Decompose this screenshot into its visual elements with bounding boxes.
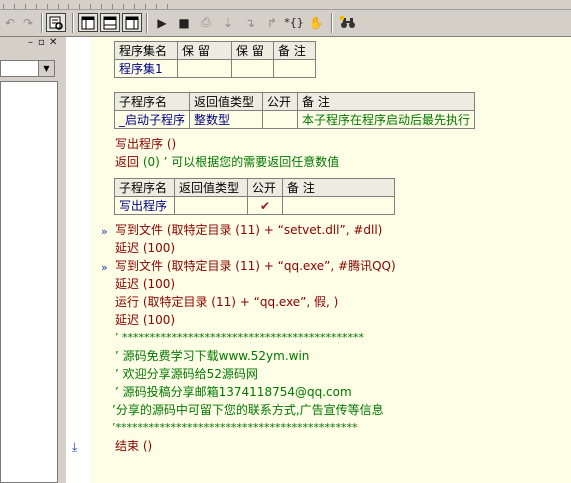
assembly-reserved1-cell[interactable] [177, 59, 232, 78]
restore-pane-icon[interactable]: ▫ [38, 37, 45, 48]
step-into-icon[interactable]: ⇣ [218, 13, 238, 32]
toolbar-separator [41, 13, 43, 33]
step-icon[interactable]: ⎙ [196, 13, 216, 32]
sub1-header-return: 返回值类型 [189, 92, 264, 111]
toolbar-separator [72, 13, 74, 33]
public-check-icon[interactable]: ✔ [247, 196, 283, 215]
toolbar-separator [146, 13, 148, 33]
code-line-run[interactable]: 运行 (取特定目录 (11) + “qq.exe”, 假, ) [115, 294, 338, 310]
editor-gutter [66, 37, 90, 483]
sub2-header-note: 备 注 [282, 178, 395, 197]
sub1-header-note: 备 注 [297, 92, 476, 111]
layout1-icon[interactable] [78, 13, 98, 32]
sub2-header-name: 子程序名 [114, 178, 175, 197]
undo-icon[interactable]: ↶ [0, 13, 20, 32]
sub1-header-name: 子程序名 [113, 92, 191, 111]
layout3-svg [125, 16, 139, 29]
assembly-header-reserved2: 保 留 [231, 41, 274, 60]
binoculars-svg [340, 15, 355, 28]
left-pane-header: – ▫ ✕ [0, 37, 60, 51]
run-to-cursor-icon[interactable]: *{} [284, 13, 304, 32]
arrow-marker-icon: » [101, 225, 108, 238]
find-icon[interactable] [46, 13, 66, 32]
layout2-svg [103, 16, 117, 29]
step-out-icon[interactable]: ↱ [262, 13, 282, 32]
assembly-table: 程序集名 保 留 保 留 备 注 程序集1 [114, 41, 316, 78]
code-line-delay[interactable]: 延迟 (100) [115, 240, 175, 256]
sub2-header-public: 公开 [247, 178, 283, 197]
redo-icon[interactable]: ↷ [18, 13, 38, 32]
sub1-return-cell[interactable]: 整数型 [189, 110, 264, 129]
code-line-delay[interactable]: 延迟 (100) [115, 276, 175, 292]
close-pane-icon[interactable]: ✕ [49, 37, 57, 48]
subroutine-table-2: 子程序名 返回值类型 公开 备 注 写出程序 ✔ [114, 178, 395, 215]
sub1-header-public: 公开 [262, 92, 299, 111]
left-pane: – ▫ ✕ ▼ [0, 37, 60, 483]
toolbar-separator [331, 13, 333, 33]
code-comment[interactable]: ’ 欢迎分享源码给52源码网 [115, 366, 258, 382]
stop-icon[interactable]: ■ [174, 13, 194, 32]
sub2-header-return: 返回值类型 [174, 178, 248, 197]
layout3-icon[interactable] [122, 13, 142, 32]
sub2-note-cell[interactable] [282, 196, 395, 215]
sub1-note-cell[interactable]: 本子程序在程序启动后最先执行 [297, 110, 476, 129]
return-comment: (0) ’ 可以根据您的需要返回任意数值 [139, 155, 340, 169]
code-line-write-qq[interactable]: 写到文件 (取特定目录 (11) + “qq.exe”, #腾讯QQ) [115, 258, 396, 274]
sub1-name-cell[interactable]: _启动子程序 [113, 110, 191, 129]
layout2-icon[interactable] [100, 13, 120, 32]
code-line-return[interactable]: 返回 (0) ’ 可以根据您的需要返回任意数值 [115, 154, 339, 170]
chevron-down-icon[interactable]: ▼ [38, 61, 54, 76]
subroutine-table-1: 子程序名 返回值类型 公开 备 注 _启动子程序 整数型 本子程序在程序启动后最… [113, 92, 476, 129]
left-pane-combo[interactable]: ▼ [0, 60, 55, 77]
find-svg [49, 16, 63, 30]
code-line-end[interactable]: 结束 () [115, 438, 152, 454]
return-keyword: 返回 [115, 155, 140, 169]
sub2-name-cell[interactable]: 写出程序 [114, 196, 175, 215]
code-comment[interactable]: ’ 源码免费学习下载www.52ym.win [115, 348, 309, 364]
left-pane-list[interactable] [0, 81, 58, 483]
main-toolbar: ↶ ↷ ▶ ■ ⎙ ⇣ ↴ ↱ *{} ✋ [0, 10, 571, 37]
run-icon[interactable]: ▶ [152, 13, 172, 32]
code-line-write-dll[interactable]: 写到文件 (取特定目录 (11) + “setvet.dll”, #dll) [115, 222, 382, 238]
code-comment[interactable]: ’***************************************… [112, 420, 358, 436]
sub1-public-cell[interactable] [262, 110, 299, 129]
assembly-header-reserved1: 保 留 [177, 41, 232, 60]
minimize-pane-icon[interactable]: – [28, 37, 33, 48]
code-comment[interactable]: ’分享的源码中可留下您的联系方式,广告宣传等信息 [112, 402, 384, 418]
sub2-return-cell[interactable] [174, 196, 248, 215]
assembly-name-cell[interactable]: 程序集1 [114, 59, 178, 78]
arrow-marker-icon: » [101, 261, 108, 274]
assembly-note-cell[interactable] [273, 59, 316, 78]
code-comment[interactable]: ’ **************************************… [115, 330, 364, 346]
breakpoint-toggle-icon[interactable]: ✋ [306, 13, 326, 32]
assembly-header-note: 备 注 [273, 41, 316, 60]
assembly-reserved2-cell[interactable] [231, 59, 274, 78]
layout1-svg [81, 16, 95, 29]
step-over-icon[interactable]: ↴ [240, 13, 260, 32]
binoculars-icon[interactable] [338, 13, 358, 32]
top-toolbar-edge [0, 0, 571, 10]
breakpoint-icon[interactable]: ⤓ [72, 440, 77, 455]
code-line-delay[interactable]: 延迟 (100) [115, 312, 175, 328]
code-line-call[interactable]: 写出程序 () [115, 136, 176, 152]
assembly-header-name: 程序集名 [114, 41, 178, 60]
code-comment[interactable]: ’ 源码投稿分享邮箱1374118754@qq.com [115, 384, 352, 400]
